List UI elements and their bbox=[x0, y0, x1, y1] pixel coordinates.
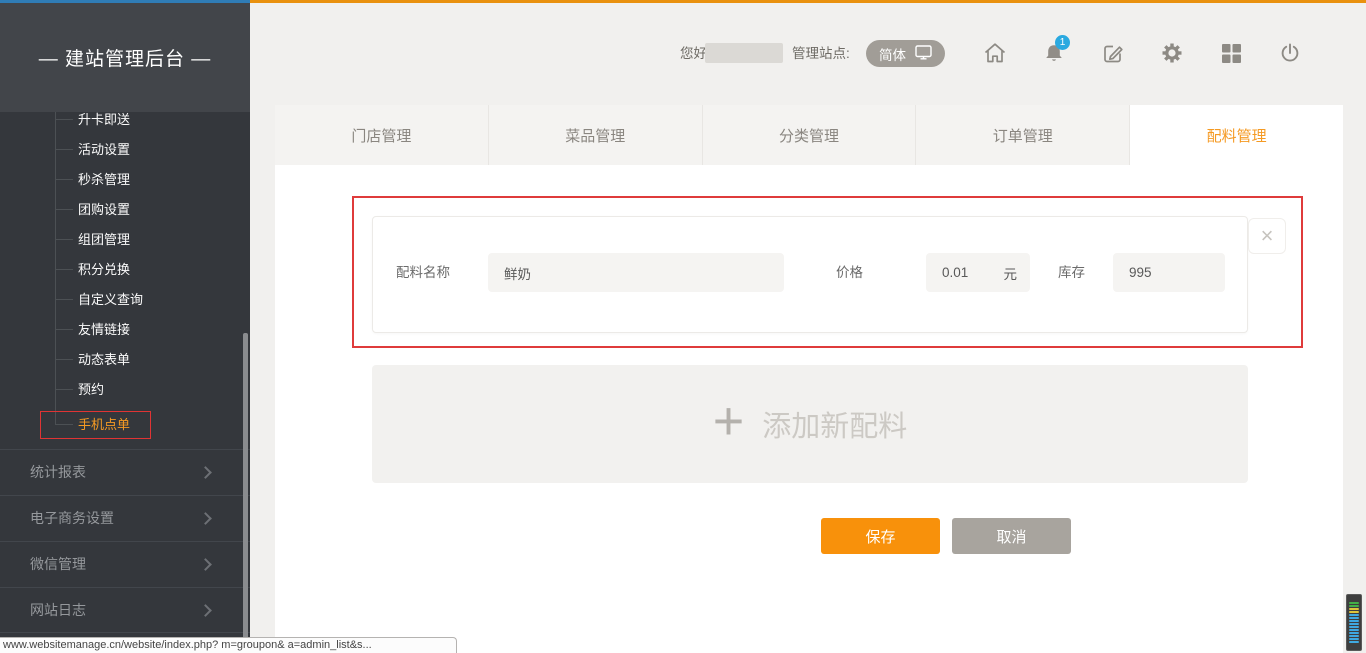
tree-tick-icon bbox=[55, 359, 73, 360]
sidebar-item[interactable]: 活动设置 bbox=[55, 135, 245, 165]
stock-label: 库存 bbox=[1058, 253, 1085, 292]
sidebar-section[interactable]: 微信管理 bbox=[0, 541, 250, 587]
tree-tick-icon bbox=[55, 424, 73, 425]
tree-tick-icon bbox=[55, 329, 73, 330]
chevron-right-icon bbox=[199, 466, 212, 479]
close-icon[interactable]: × bbox=[1248, 218, 1286, 254]
notification-badge: 1 bbox=[1055, 35, 1070, 50]
add-new-ingredient-button[interactable]: + 添加新配料 bbox=[372, 365, 1248, 483]
power-icon[interactable] bbox=[1277, 40, 1303, 66]
admin-backend-screen: — 建站管理后台 — 升卡即送活动设置秒杀管理团购设置组团管理积分兑换自定义查询… bbox=[0, 0, 1366, 653]
tab-3[interactable]: 分类管理 bbox=[703, 105, 917, 165]
sidebar-scrollbar-thumb[interactable] bbox=[243, 333, 248, 643]
chevron-right-icon bbox=[199, 512, 212, 525]
stripe bbox=[1349, 602, 1359, 604]
sidebar-item[interactable]: 积分兑换 bbox=[55, 255, 245, 285]
greeting-label: 您好 bbox=[680, 45, 707, 63]
chevron-right-icon bbox=[199, 558, 212, 571]
tab-2[interactable]: 菜品管理 bbox=[489, 105, 703, 165]
stripe bbox=[1349, 617, 1359, 619]
cancel-button[interactable]: 取消 bbox=[952, 518, 1071, 554]
sidebar-item[interactable]: 秒杀管理 bbox=[55, 165, 245, 195]
tree-tick-icon bbox=[55, 239, 73, 240]
monitor-icon bbox=[915, 45, 932, 63]
language-pill-button[interactable]: 简体 bbox=[866, 40, 945, 67]
stripe bbox=[1349, 611, 1359, 613]
tree-tick-icon bbox=[55, 269, 73, 270]
tab-bar: 门店管理菜品管理分类管理订单管理配料管理 bbox=[275, 105, 1343, 165]
sidebar-section[interactable]: 网站日志 bbox=[0, 587, 250, 633]
sidebar-item[interactable]: 升卡即送 bbox=[55, 112, 245, 135]
tree-tick-icon bbox=[55, 149, 73, 150]
price-input[interactable]: 0.01 元 bbox=[926, 253, 1030, 292]
sidebar-title: — 建站管理后台 — bbox=[0, 3, 250, 112]
plus-icon: + bbox=[713, 394, 745, 448]
browser-status-bar: www.websitemanage.cn/website/index.php? … bbox=[0, 637, 457, 653]
top-border-orange bbox=[250, 0, 1366, 3]
sidebar-section[interactable]: 统计报表 bbox=[0, 449, 250, 495]
sidebar-item[interactable]: 手机点单 bbox=[55, 410, 245, 440]
ingredient-name-input[interactable]: 鲜奶 bbox=[488, 253, 784, 292]
tab-1[interactable]: 门店管理 bbox=[275, 105, 489, 165]
chevron-right-icon bbox=[199, 604, 212, 617]
tab-4[interactable]: 订单管理 bbox=[916, 105, 1130, 165]
stripe bbox=[1349, 614, 1359, 616]
gear-icon[interactable] bbox=[1159, 40, 1185, 66]
stripe bbox=[1349, 638, 1359, 640]
sidebar-item[interactable]: 自定义查询 bbox=[55, 285, 245, 315]
home-icon[interactable] bbox=[982, 40, 1008, 66]
sidebar-item[interactable]: 团购设置 bbox=[55, 195, 245, 225]
stripe bbox=[1349, 635, 1359, 637]
tree-tick-icon bbox=[55, 299, 73, 300]
sidebar-item[interactable]: 组团管理 bbox=[55, 225, 245, 255]
edit-icon[interactable] bbox=[1100, 40, 1126, 66]
tree-tick-icon bbox=[55, 389, 73, 390]
language-label: 简体 bbox=[879, 44, 906, 64]
stripe bbox=[1349, 632, 1359, 634]
stripe bbox=[1349, 626, 1359, 628]
sidebar-item[interactable]: 友情链接 bbox=[55, 315, 245, 345]
stripe bbox=[1349, 623, 1359, 625]
notification-bell-icon[interactable]: 1 bbox=[1041, 40, 1067, 66]
stripe bbox=[1349, 608, 1359, 610]
save-button[interactable]: 保存 bbox=[821, 518, 940, 554]
ingredient-name-label: 配料名称 bbox=[396, 253, 450, 292]
stripe bbox=[1349, 620, 1359, 622]
tree-tick-icon bbox=[55, 119, 73, 120]
sidebar-item[interactable]: 动态表单 bbox=[55, 345, 245, 375]
sidebar-item[interactable]: 预约 bbox=[55, 375, 245, 405]
stripe bbox=[1349, 629, 1359, 631]
tree-tick-icon bbox=[55, 209, 73, 210]
stripe bbox=[1349, 641, 1359, 643]
stripe-indicator-widget bbox=[1346, 594, 1362, 651]
sidebar: — 建站管理后台 — 升卡即送活动设置秒杀管理团购设置组团管理积分兑换自定义查询… bbox=[0, 3, 250, 653]
tree-tick-icon bbox=[55, 179, 73, 180]
sidebar-section[interactable]: 电子商务设置 bbox=[0, 495, 250, 541]
stock-input[interactable]: 995 bbox=[1113, 253, 1225, 292]
price-unit: 元 bbox=[1004, 263, 1031, 283]
sidebar-submenu: 升卡即送活动设置秒杀管理团购设置组团管理积分兑换自定义查询友情链接动态表单预约手… bbox=[0, 112, 250, 443]
apps-grid-icon[interactable] bbox=[1218, 40, 1244, 66]
stripe bbox=[1349, 605, 1359, 607]
price-label: 价格 bbox=[836, 253, 863, 292]
manage-site-label: 管理站点: bbox=[792, 45, 850, 63]
tab-5[interactable]: 配料管理 bbox=[1130, 105, 1343, 165]
redacted-username bbox=[705, 43, 783, 63]
